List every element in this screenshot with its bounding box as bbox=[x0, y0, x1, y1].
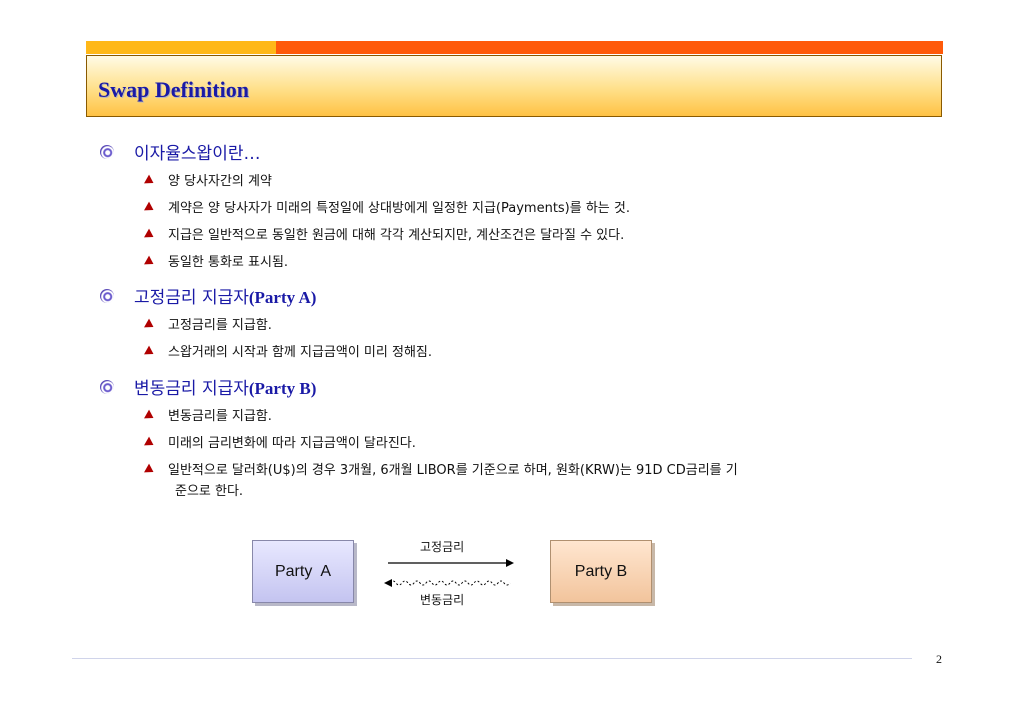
floating-rate-label: 변동금리 bbox=[420, 593, 465, 607]
footer-divider bbox=[72, 658, 912, 659]
arrow-bullet-icon bbox=[144, 174, 156, 187]
arrow-bullet-icon bbox=[144, 255, 156, 268]
arrow-bullet-icon bbox=[144, 463, 156, 476]
list-item: 고정금리를 지급함. bbox=[144, 314, 272, 333]
list-item-continuation: 준으로 한다. bbox=[175, 484, 244, 499]
arrow-bullet-icon bbox=[144, 409, 156, 422]
section-title: 고정금리 지급자 bbox=[134, 288, 249, 308]
arrow-bullet-icon bbox=[144, 345, 156, 358]
spiral-bullet-icon bbox=[100, 380, 114, 394]
arrow-bullet-icon bbox=[144, 318, 156, 331]
floating-rate-arrow-icon bbox=[384, 579, 511, 587]
party-a-box: Party A bbox=[252, 540, 354, 603]
spiral-bullet-icon bbox=[100, 289, 114, 303]
title-banner: Swap Definition bbox=[86, 55, 942, 117]
arrow-bullet-icon bbox=[144, 436, 156, 449]
flow-arrows bbox=[384, 559, 514, 587]
section-title: 이자율스왑이란… bbox=[134, 144, 261, 164]
list-item: 양 당사자간의 계약 bbox=[144, 170, 272, 189]
list-item: 미래의 금리변화에 따라 지급금액이 달라진다. bbox=[144, 432, 416, 451]
page-number: 2 bbox=[936, 652, 942, 666]
page-title: Swap Definition bbox=[98, 77, 249, 102]
header-accent-bar-left bbox=[86, 41, 276, 54]
spiral-bullet-icon bbox=[100, 145, 114, 159]
list-item: 변동금리를 지급함. bbox=[144, 405, 272, 424]
fixed-rate-label: 고정금리 bbox=[420, 540, 465, 554]
list-item: 동일한 통화로 표시됨. bbox=[144, 251, 288, 270]
list-item: 스왑거래의 시작과 함께 지급금액이 미리 정해짐. bbox=[144, 341, 432, 360]
header-accent-bar-right bbox=[276, 41, 943, 54]
section-title-party: (Party B) bbox=[248, 379, 317, 398]
section-heading-party-b: 변동금리 지급자(Party B) bbox=[100, 374, 316, 399]
fixed-rate-arrow-icon bbox=[388, 559, 514, 567]
section-heading-party-a: 고정금리 지급자(Party A) bbox=[100, 283, 316, 308]
list-item: 지급은 일반적으로 동일한 원금에 대해 각각 계산되지만, 계산조건은 달라질… bbox=[144, 224, 624, 243]
list-item: 계약은 양 당사자가 미래의 특정일에 상대방에게 일정한 지급(Payment… bbox=[144, 197, 630, 216]
list-item: 일반적으로 달러화(U$)의 경우 3개월, 6개월 LIBOR를 기준으로 하… bbox=[144, 459, 738, 478]
section-heading-swap: 이자율스왑이란… bbox=[100, 139, 260, 164]
section-title: 변동금리 지급자 bbox=[134, 379, 249, 399]
arrow-bullet-icon bbox=[144, 201, 156, 214]
section-title-party: (Party A) bbox=[248, 288, 317, 307]
party-b-box: Party B bbox=[550, 540, 652, 603]
arrow-bullet-icon bbox=[144, 228, 156, 241]
